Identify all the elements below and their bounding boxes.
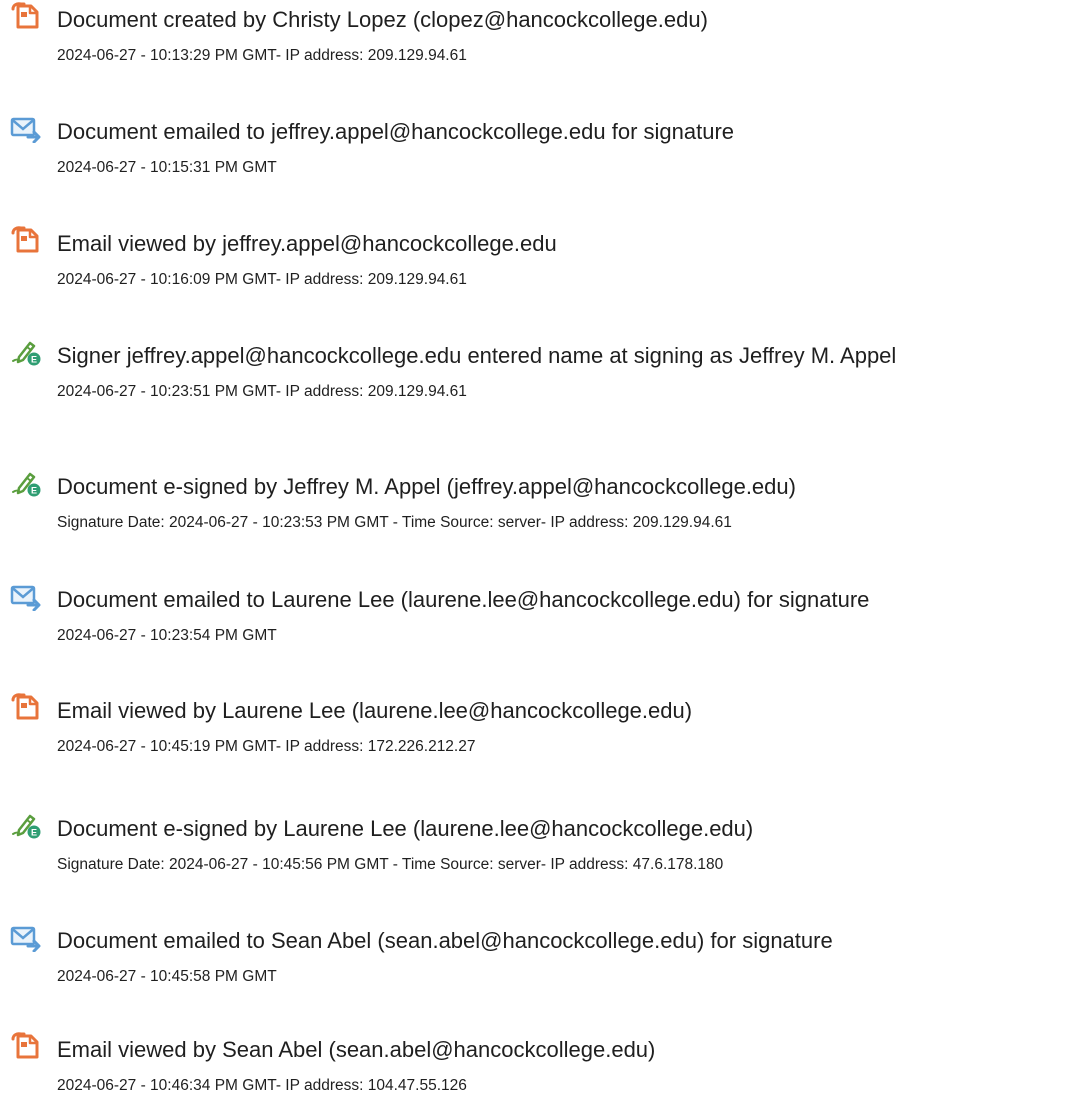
entry-title: Document created by Christy Lopez (clope… [57,7,708,32]
entry-detail: 2024-06-27 - 10:15:31 PM GMT [57,159,277,176]
entry-title: Document e-signed by Jeffrey M. Appel (j… [57,474,796,499]
entry-detail: 2024-06-27 - 10:13:29 PM GMT- IP address… [57,47,467,64]
entry-title: Email viewed by jeffrey.appel@hancockcol… [57,231,557,256]
entry-title: Email viewed by Laurene Lee (laurene.lee… [57,698,693,723]
document-created-icon [10,1,42,31]
svg-text:E: E [31,828,37,838]
audit-entry: E Document e-signed by Laurene Lee (laur… [0,809,1077,899]
audit-entry: Email viewed by jeffrey.appel@hancockcol… [0,224,1077,314]
email-sent-icon [10,581,42,611]
audit-entry: Document emailed to Sean Abel (sean.abel… [0,921,1077,1011]
document-viewed-icon [10,225,42,255]
entry-detail: Signature Date: 2024-06-27 - 10:23:53 PM… [57,514,732,531]
entry-detail: 2024-06-27 - 10:46:34 PM GMT- IP address… [57,1077,467,1094]
svg-text:E: E [31,355,37,365]
e-sign-pen-icon: E [10,337,42,367]
entry-title: Document emailed to Sean Abel (sean.abel… [57,928,833,953]
document-viewed-icon [10,1031,42,1061]
svg-text:E: E [31,486,37,496]
audit-entry: Document emailed to jeffrey.appel@hancoc… [0,112,1077,202]
document-viewed-icon [10,692,42,722]
audit-entry: Document created by Christy Lopez (clope… [0,0,1077,90]
entry-title: Document emailed to jeffrey.appel@hancoc… [57,119,735,144]
audit-entry: E Signer jeffrey.appel@hancockcollege.ed… [0,336,1077,426]
email-sent-icon [10,922,42,952]
entry-title: Email viewed by Sean Abel (sean.abel@han… [57,1037,656,1062]
entry-title: Signer jeffrey.appel@hancockcollege.edu … [57,343,897,368]
entry-title: Document e-signed by Laurene Lee (lauren… [57,816,754,841]
email-sent-icon [10,113,42,143]
e-sign-pen-icon: E [10,810,42,840]
entry-detail: 2024-06-27 - 10:45:19 PM GMT- IP address… [57,738,476,755]
entry-detail: 2024-06-27 - 10:45:58 PM GMT [57,968,277,985]
audit-entry: E Document e-signed by Jeffrey M. Appel … [0,467,1077,557]
entry-detail: 2024-06-27 - 10:23:54 PM GMT [57,627,277,644]
audit-entry: Email viewed by Laurene Lee (laurene.lee… [0,691,1077,781]
e-sign-pen-icon: E [10,468,42,498]
audit-entry: Document emailed to Laurene Lee (laurene… [0,580,1077,670]
entry-detail: 2024-06-27 - 10:16:09 PM GMT- IP address… [57,271,467,288]
entry-detail: 2024-06-27 - 10:23:51 PM GMT- IP address… [57,383,467,400]
entry-detail: Signature Date: 2024-06-27 - 10:45:56 PM… [57,856,724,873]
entry-title: Document emailed to Laurene Lee (laurene… [57,587,870,612]
